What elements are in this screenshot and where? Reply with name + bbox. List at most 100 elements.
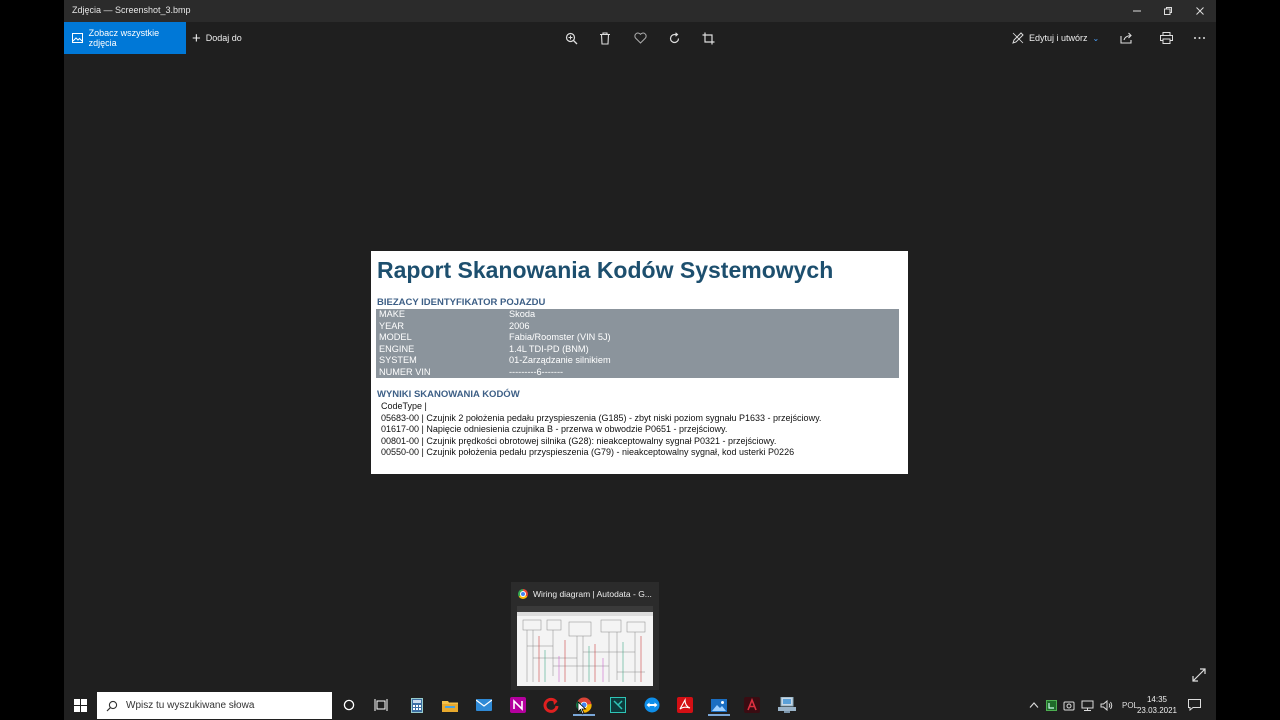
code-list: CodeType | 05683-00 | Czujnik 2 położeni… — [381, 401, 821, 459]
heart-icon — [633, 32, 647, 44]
see-all-photos-label: Zobacz wszystkie zdjęcia — [88, 28, 160, 48]
trash-icon — [600, 31, 610, 45]
vehicle-value: 01-Zarządzanie silnikiem — [509, 355, 611, 365]
teamviewer-icon — [644, 697, 660, 713]
list-item: 05683-00 | Czujnik 2 położenia pedału pr… — [381, 412, 822, 423]
red-circle-arrow-icon — [543, 697, 559, 713]
taskbar-app-onenote[interactable] — [507, 694, 529, 716]
window-title: Zdjęcia — Screenshot_3.bmp — [72, 5, 191, 15]
report-image: Raport Skanowania Kodów Systemowych BIEZ… — [371, 251, 908, 474]
thumbnail-image — [517, 606, 653, 686]
expand-icon — [1192, 668, 1206, 682]
windows-icon — [73, 698, 87, 712]
share-button[interactable] — [1117, 29, 1135, 47]
pdf-icon — [677, 697, 693, 713]
security-tray-icon[interactable] — [1063, 700, 1075, 711]
table-row: SYSTEM 01-Zarządzanie silnikiem — [376, 355, 899, 367]
taskbar-app-calculator[interactable] — [406, 694, 428, 716]
taskbar-app-file-explorer[interactable] — [439, 694, 461, 716]
table-row: YEAR 2006 — [376, 321, 899, 333]
printer-icon — [1159, 32, 1173, 44]
vehicle-key: SYSTEM — [379, 355, 417, 365]
minimize-icon — [1133, 10, 1141, 12]
calculator-icon — [411, 697, 423, 713]
crop-button[interactable] — [699, 29, 717, 47]
rotate-icon — [669, 31, 679, 43]
taskbar-app-mail[interactable] — [473, 694, 495, 716]
taskbar-app-autodata[interactable] — [741, 694, 763, 716]
system-tray: POL — [1029, 690, 1138, 720]
taskbar-app-red-tool[interactable] — [540, 694, 562, 716]
close-icon — [1196, 7, 1204, 15]
toolbar: Zobacz wszystkie zdjęcia + Dodaj do Edyt… — [64, 22, 1216, 54]
share-icon — [1119, 32, 1132, 44]
search-icon — [106, 700, 118, 711]
crop-icon — [702, 32, 714, 44]
list-item: 00801-00 | Czujnik prędkości obrotowej s… — [381, 435, 777, 446]
results-section-heading: WYNIKI SKANOWANIA KODÓW — [377, 389, 520, 400]
taskbar-app-network-tool[interactable] — [776, 694, 798, 716]
clock[interactable]: 14:35 23.03.2021 — [1136, 694, 1178, 716]
chevron-up-icon[interactable] — [1029, 701, 1039, 709]
report-title: Raport Skanowania Kodów Systemowych — [377, 257, 834, 283]
taskbar-app-photos[interactable] — [708, 694, 730, 716]
task-view-button[interactable] — [370, 694, 392, 716]
cortana-button[interactable] — [338, 694, 360, 716]
network-icon[interactable] — [1081, 700, 1094, 711]
vehicle-value: ---------6------- — [509, 366, 564, 377]
favorite-button[interactable] — [631, 29, 649, 47]
table-row: NUMER VIN ---------6------- — [376, 367, 899, 379]
mouse-cursor-icon — [577, 701, 587, 715]
delete-button[interactable] — [596, 29, 614, 47]
edit-create-label: Edytuj i utwórz — [1029, 33, 1088, 43]
autodata-icon — [744, 697, 760, 713]
green-app-tray-icon[interactable] — [1046, 699, 1057, 711]
title-bar: Zdjęcia — Screenshot_3.bmp — [64, 0, 1216, 22]
taskbar-search[interactable]: Wpisz tu wyszukiwane słowa — [97, 692, 332, 719]
plus-icon: + — [192, 29, 201, 47]
list-item: 01617-00 | Napięcie odniesienia czujnika… — [381, 424, 728, 435]
chevron-down-icon: ⌄ — [1092, 33, 1100, 43]
more-dots-icon — [1193, 37, 1205, 39]
taskbar-app-teamviewer[interactable] — [641, 694, 663, 716]
computer-network-icon — [778, 697, 796, 713]
vehicle-key: MAKE — [379, 309, 406, 319]
edit-pen-icon — [1012, 32, 1024, 44]
zoom-button[interactable] — [562, 29, 580, 47]
fullscreen-button[interactable] — [1192, 668, 1206, 687]
minimize-button[interactable] — [1121, 0, 1153, 22]
vehicle-key: NUMER VIN — [379, 366, 431, 377]
more-button[interactable] — [1190, 29, 1208, 47]
table-row: MODEL Fabia/Roomster (VIN 5J) — [376, 332, 899, 344]
taskbar-thumbnail-preview[interactable]: Wiring diagram | Autodata - G... — [511, 582, 659, 690]
vehicle-key: ENGINE — [379, 343, 415, 354]
print-button[interactable] — [1157, 29, 1175, 47]
action-center-button[interactable] — [1183, 694, 1205, 716]
vehicle-value: 1.4L TDI-PD (BNM) — [509, 343, 589, 354]
taskbar-app-acrobat[interactable] — [674, 694, 696, 716]
add-to-button[interactable]: + Dodaj do — [192, 22, 242, 54]
active-indicator — [708, 714, 730, 716]
task-view-icon — [374, 699, 388, 711]
chrome-icon — [518, 589, 528, 599]
see-all-photos-button[interactable]: Zobacz wszystkie zdjęcia — [64, 22, 186, 54]
search-placeholder: Wpisz tu wyszukiwane słowa — [126, 700, 255, 711]
vehicle-section-heading: BIEZACY IDENTYFIKATOR POJAZDU — [377, 297, 546, 308]
zoom-in-icon — [565, 32, 577, 44]
vehicle-value: Fabia/Roomster (VIN 5J) — [509, 332, 611, 342]
teal-app-icon — [610, 697, 626, 713]
photos-icon — [711, 698, 727, 712]
edit-create-button[interactable]: Edytuj i utwórz ⌄ — [1012, 22, 1099, 54]
list-item: 00550-00 | Czujnik położenia pedału przy… — [381, 447, 795, 458]
clock-date: 23.03.2021 — [1136, 706, 1178, 715]
taskbar: Wpisz tu wyszukiwane słowa POL 14:35 23.… — [64, 690, 1216, 720]
start-button[interactable] — [64, 690, 96, 720]
volume-icon[interactable] — [1100, 699, 1113, 711]
restore-button[interactable] — [1152, 0, 1184, 22]
taskbar-app-teal-tool[interactable] — [607, 694, 629, 716]
close-button[interactable] — [1184, 0, 1216, 22]
rotate-button[interactable] — [665, 29, 683, 47]
add-to-label: Dodaj do — [205, 33, 242, 43]
table-row: ENGINE 1.4L TDI-PD (BNM) — [376, 344, 899, 356]
notification-icon — [1187, 699, 1201, 711]
